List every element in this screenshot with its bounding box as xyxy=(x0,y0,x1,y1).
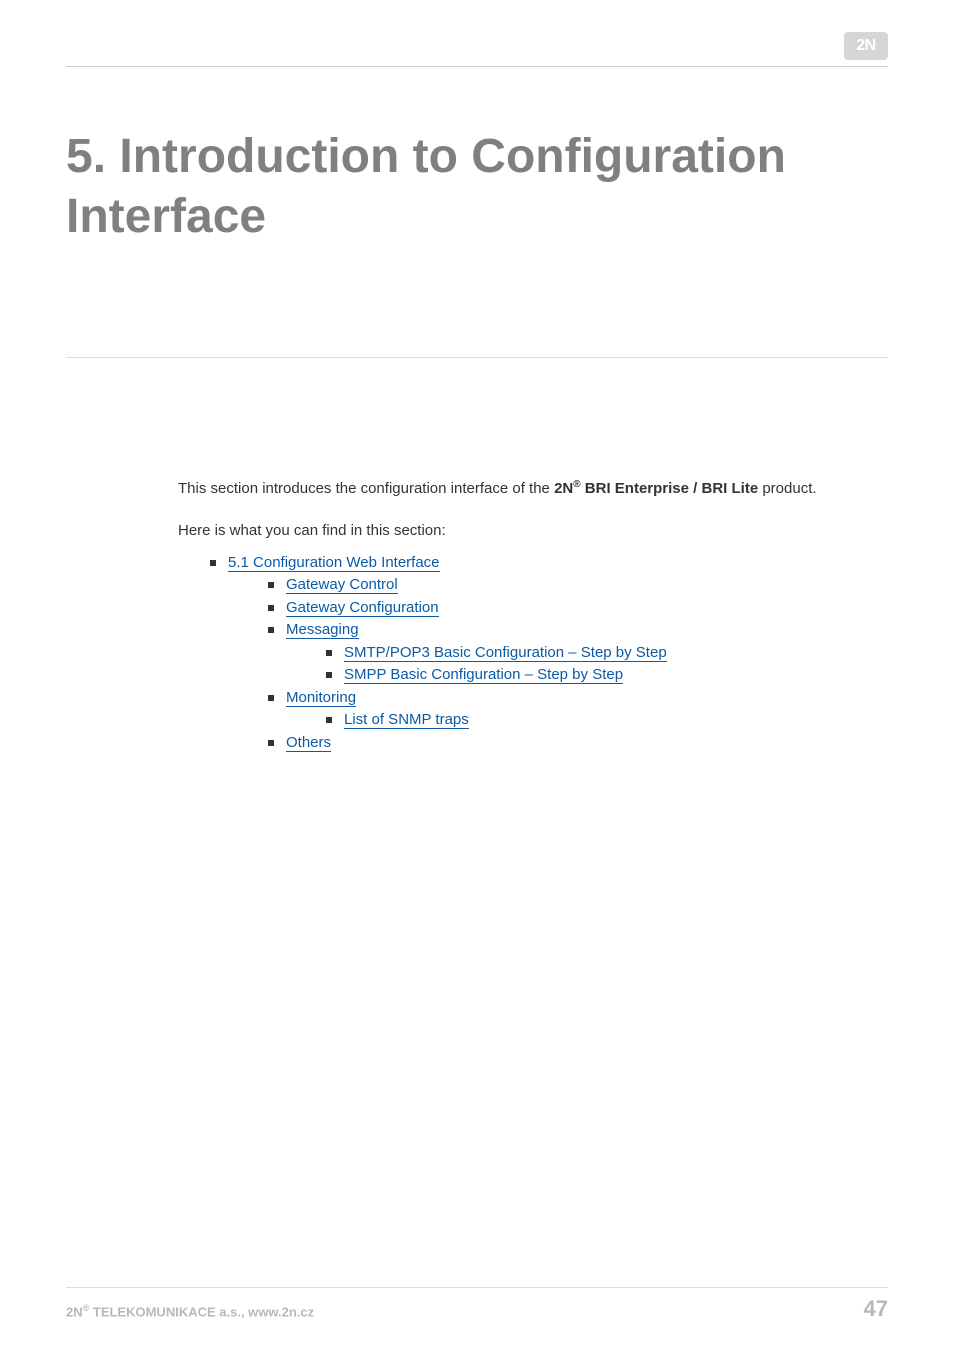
brand-logo-text: 2N xyxy=(856,38,875,54)
body-content: This section introduces the configuratio… xyxy=(178,478,888,754)
toc-item-gateway-control: Gateway Control xyxy=(268,574,888,597)
toc-link-gateway-config[interactable]: Gateway Configuration xyxy=(286,599,439,617)
footer-company-prefix: 2N xyxy=(66,1304,83,1319)
toc-link-config-web[interactable]: 5.1 Configuration Web Interface xyxy=(228,554,440,572)
toc-item-config-web: 5.1 Configuration Web Interface Gateway … xyxy=(210,552,888,755)
toc-link-gateway-control[interactable]: Gateway Control xyxy=(286,576,398,594)
footer-company-rest: TELEKOMUNIKACE a.s., www.2n.cz xyxy=(89,1304,314,1319)
footer-page-number: 47 xyxy=(864,1298,888,1320)
toc-item-smpp: SMPP Basic Configuration – Step by Step xyxy=(326,664,888,687)
intro-bold-brand: 2N xyxy=(554,480,573,497)
intro-bold-reg: ® xyxy=(573,479,580,490)
toc-item-snmp-traps: List of SNMP traps xyxy=(326,709,888,732)
toc-link-smtp-pop3[interactable]: SMTP/POP3 Basic Configuration – Step by … xyxy=(344,644,667,662)
toc-link-others[interactable]: Others xyxy=(286,734,331,752)
intro-prefix: This section introduces the configuratio… xyxy=(178,480,554,497)
header-bar: 2N xyxy=(66,32,888,67)
intro-bold-rest: BRI Enterprise / BRI Lite xyxy=(581,480,759,497)
toc-item-smtp-pop3: SMTP/POP3 Basic Configuration – Step by … xyxy=(326,642,888,665)
page-title: 5. Introduction to Configuration Interfa… xyxy=(66,127,888,247)
toc-item-gateway-config: Gateway Configuration xyxy=(268,597,888,620)
toc-link-smpp[interactable]: SMPP Basic Configuration – Step by Step xyxy=(344,666,623,684)
toc-link-messaging[interactable]: Messaging xyxy=(286,621,359,639)
intro-paragraph: This section introduces the configuratio… xyxy=(178,478,888,500)
toc-item-others: Others xyxy=(268,732,888,755)
toc-link-snmp-traps[interactable]: List of SNMP traps xyxy=(344,711,469,729)
intro-bold: 2N® BRI Enterprise / BRI Lite xyxy=(554,480,758,497)
footer-company: 2N® TELEKOMUNIKACE a.s., www.2n.cz xyxy=(66,1304,314,1318)
section-hint: Here is what you can find in this sectio… xyxy=(178,520,888,542)
intro-suffix: product. xyxy=(758,480,816,497)
page-footer: 2N® TELEKOMUNIKACE a.s., www.2n.cz 47 xyxy=(66,1287,888,1320)
toc-item-monitoring: Monitoring List of SNMP traps xyxy=(268,687,888,732)
brand-logo: 2N xyxy=(844,32,888,60)
title-separator xyxy=(66,357,888,358)
toc-list: 5.1 Configuration Web Interface Gateway … xyxy=(210,552,888,755)
toc-link-monitoring[interactable]: Monitoring xyxy=(286,689,356,707)
toc-item-messaging: Messaging SMTP/POP3 Basic Configuration … xyxy=(268,619,888,687)
